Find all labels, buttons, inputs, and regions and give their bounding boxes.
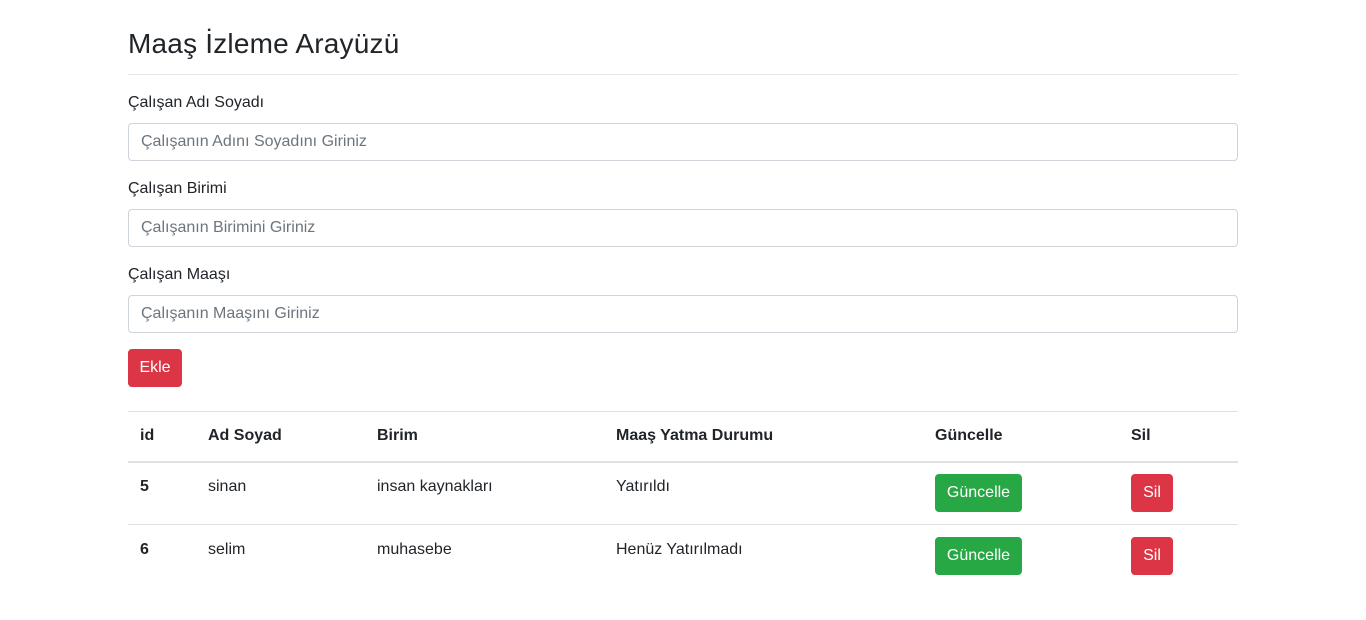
row-id: 5 bbox=[128, 461, 196, 525]
row-update-cell: Güncelle bbox=[923, 461, 1119, 525]
unit-input[interactable] bbox=[128, 209, 1238, 247]
row-delete-cell: Sil bbox=[1119, 461, 1238, 525]
header-delete: Sil bbox=[1119, 411, 1238, 463]
table-row: 5 sinan insan kaynakları Yatırıldı Günce… bbox=[128, 461, 1238, 525]
title-divider bbox=[128, 74, 1238, 75]
row-status: Henüz Yatırılmadı bbox=[616, 541, 743, 559]
unit-label: Çalışan Birimi bbox=[128, 180, 227, 197]
row-status: Yatırıldı bbox=[604, 461, 923, 525]
row-unit: muhasebe bbox=[377, 541, 452, 559]
row-name: sinan bbox=[196, 461, 365, 525]
header-status: Maaş Yatma Durumu bbox=[604, 411, 923, 463]
header-unit: Birim bbox=[365, 411, 604, 463]
add-button[interactable]: Ekle bbox=[128, 349, 182, 387]
delete-button[interactable]: Sil bbox=[1131, 537, 1173, 576]
employee-table: id Ad Soyad Birim Maaş Yatma Durumu Günc… bbox=[128, 411, 1238, 588]
delete-button[interactable]: Sil bbox=[1131, 474, 1173, 513]
name-input[interactable] bbox=[128, 123, 1238, 161]
header-name: Ad Soyad bbox=[196, 411, 365, 463]
row-id: 6 bbox=[140, 541, 149, 559]
header-id: id bbox=[128, 411, 196, 463]
row-update-cell: Güncelle bbox=[923, 525, 1119, 588]
update-button[interactable]: Güncelle bbox=[935, 474, 1022, 513]
name-label: Çalışan Adı Soyadı bbox=[128, 94, 265, 111]
table-header-row: id Ad Soyad Birim Maaş Yatma Durumu Günc… bbox=[128, 411, 1238, 463]
salary-label: Çalışan Maaşı bbox=[128, 266, 231, 283]
row-delete-cell: Sil bbox=[1119, 525, 1238, 588]
row-unit: insan kaynakları bbox=[365, 461, 604, 525]
row-name: selim bbox=[208, 541, 246, 559]
header-update: Güncelle bbox=[923, 411, 1119, 463]
salary-input[interactable] bbox=[128, 295, 1238, 333]
table-row: 6 selim muhasebe Henüz Yatırılmadı Günce… bbox=[128, 525, 1238, 588]
page-title: Maaş İzleme Arayüzü bbox=[128, 28, 400, 59]
update-button[interactable]: Güncelle bbox=[935, 537, 1022, 576]
